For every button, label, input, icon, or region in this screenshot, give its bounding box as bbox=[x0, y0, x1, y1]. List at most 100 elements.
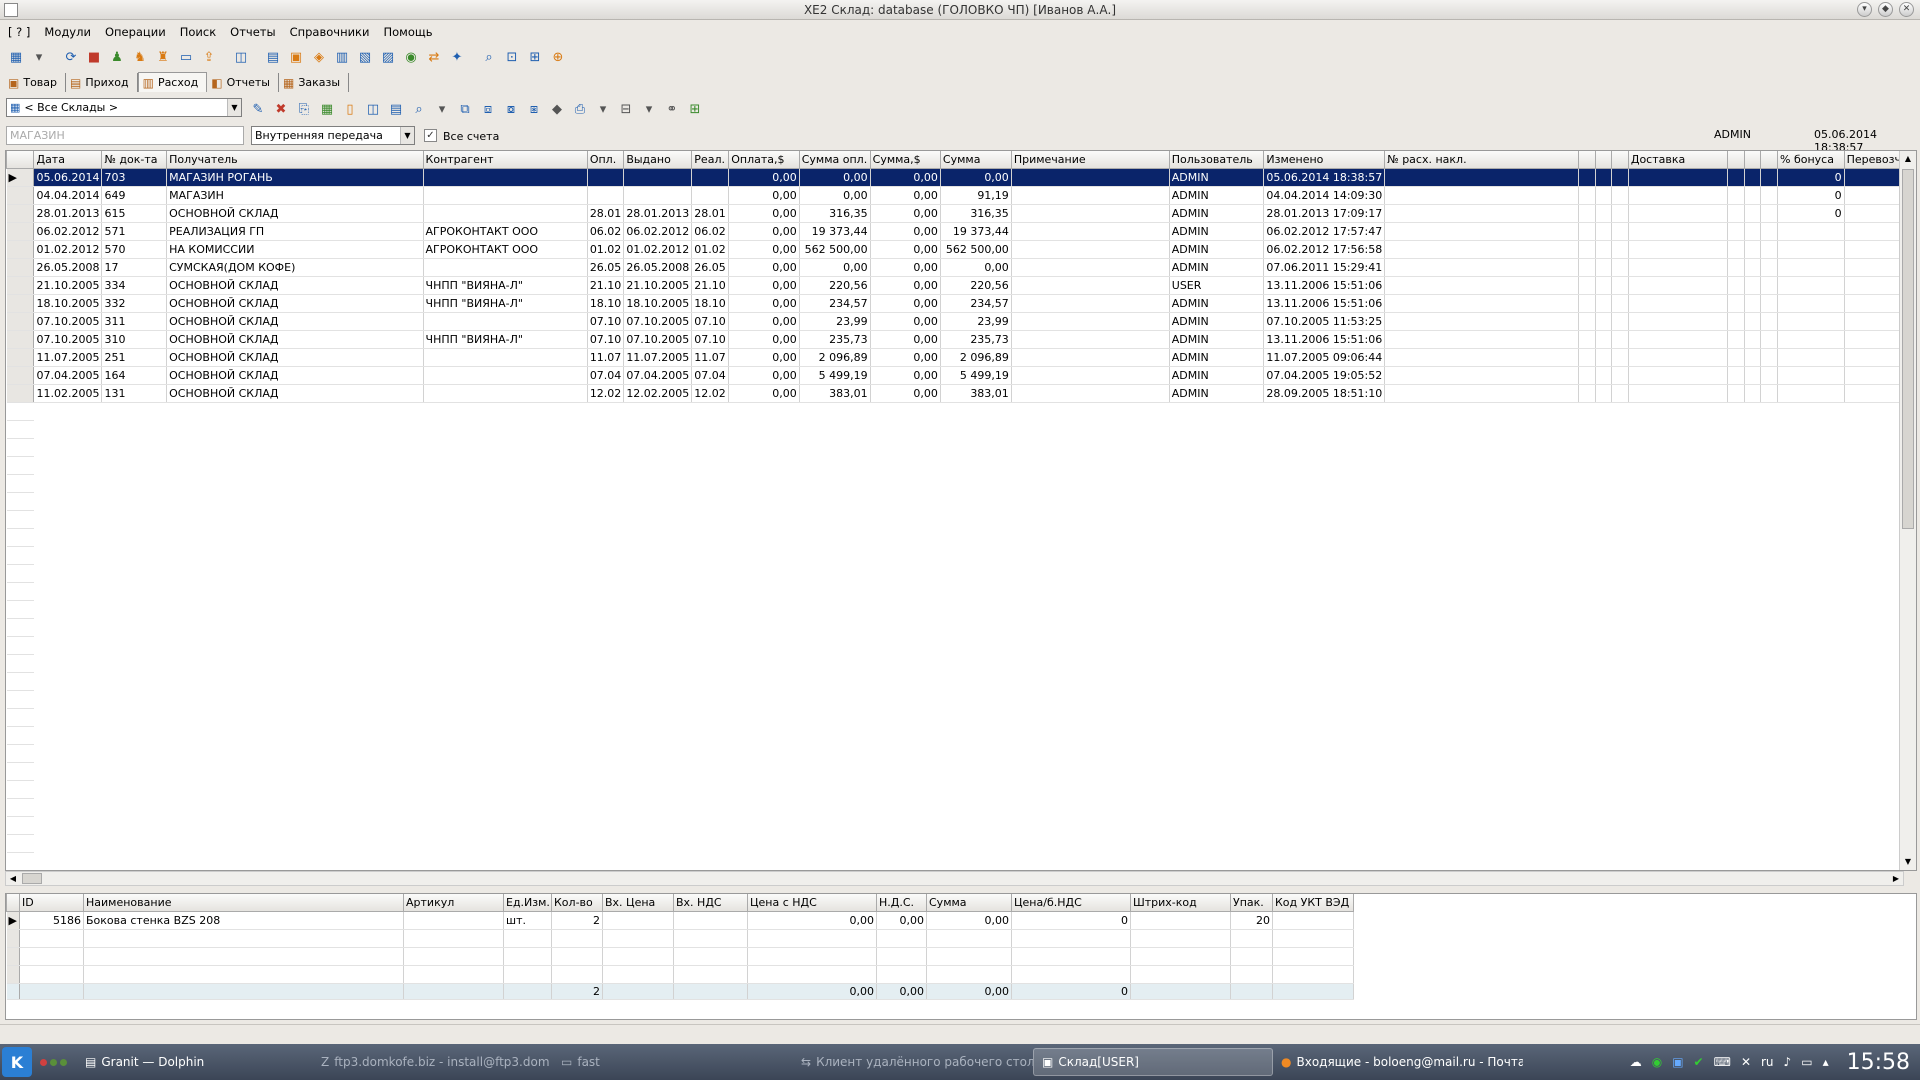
table-row[interactable]: 21.10.2005 334 ОСНОВНОЙ СКЛАД ЧНПП "ВИЯНА-… bbox=[6, 276, 1916, 295]
column-header[interactable]: ID bbox=[19, 894, 84, 912]
column-header[interactable]: Получатель bbox=[166, 151, 424, 169]
check-icon[interactable]: ✔ bbox=[1694, 1055, 1704, 1069]
table-row[interactable]: 18.10.2005 332 ОСНОВНОЙ СКЛАД ЧНПП "ВИЯНА-… bbox=[6, 294, 1916, 313]
print-icon[interactable]: ⎙ bbox=[570, 99, 590, 119]
calendar-icon[interactable]: ▥ bbox=[332, 47, 352, 67]
column-header[interactable]: Наименование bbox=[83, 894, 404, 912]
export-icon[interactable]: ⇪ bbox=[199, 47, 219, 67]
start-menu-button[interactable]: K bbox=[2, 1047, 32, 1077]
archive-icon[interactable]: ⊟ bbox=[616, 99, 636, 119]
table-row[interactable]: ▶ 5186 Бокова стенка BZS 208 шт. 2 0,00 0,00 0,… bbox=[6, 911, 1354, 930]
table-row[interactable]: 07.10.2005 310 ОСНОВНОЙ СКЛАД ЧНПП "ВИЯНА-… bbox=[6, 330, 1916, 349]
building-icon[interactable]: ▧ bbox=[355, 47, 375, 67]
display-icon[interactable]: ▭ bbox=[1801, 1055, 1812, 1069]
dropdown-arrow-icon[interactable]: ▾ bbox=[639, 99, 659, 119]
tab-goods[interactable]: ▣ Товар bbox=[4, 73, 66, 92]
column-header[interactable]: Контрагент bbox=[422, 151, 588, 169]
globe-icon[interactable]: ◉ bbox=[401, 47, 421, 67]
column-header[interactable]: Штрих-код bbox=[1130, 894, 1231, 912]
delete-icon[interactable]: ✖ bbox=[271, 99, 291, 119]
menu-help-short[interactable]: [ ? ] bbox=[8, 25, 30, 39]
warehouse-icon[interactable]: ▨ bbox=[378, 47, 398, 67]
table-icon[interactable]: ▤ bbox=[263, 47, 283, 67]
documents-alt-icon[interactable]: ⧈ bbox=[478, 99, 498, 119]
table-row[interactable]: 04.04.2014 649 МАГАЗИН 0,00 0,00 0,00 91,19 ADM… bbox=[6, 186, 1916, 205]
column-header[interactable]: Вх. Цена bbox=[602, 894, 674, 912]
print-preview-icon[interactable]: ◫ bbox=[363, 99, 383, 119]
split-icon[interactable]: ⧆ bbox=[524, 99, 544, 119]
column-header[interactable]: Сумма bbox=[939, 151, 1012, 169]
app-icon[interactable] bbox=[4, 3, 18, 17]
table-row[interactable]: 11.02.2005 131 ОСНОВНОЙ СКЛАД 12.02 12.02.20… bbox=[6, 384, 1916, 403]
settings-icon[interactable]: ✦ bbox=[447, 47, 467, 67]
horizontal-scrollbar[interactable]: ◀ ▶ bbox=[5, 871, 1904, 886]
search-icon[interactable]: ⌕ bbox=[479, 47, 499, 67]
menu-help[interactable]: Помощь bbox=[383, 25, 432, 39]
chevron-down-icon[interactable]: ▼ bbox=[400, 127, 414, 144]
column-header[interactable]: Примечание bbox=[1010, 151, 1170, 169]
tab-expense[interactable]: ▥ Расход bbox=[137, 72, 208, 92]
tab-income[interactable]: ▤ Приход bbox=[66, 73, 138, 92]
dropdown-arrow-icon[interactable]: ▾ bbox=[432, 99, 452, 119]
column-header[interactable] bbox=[1727, 151, 1745, 169]
column-header[interactable]: % бонуса bbox=[1777, 151, 1845, 169]
taskbar-item-mail[interactable]: ● Входящие - boloeng@mail.ru - Почта bbox=[1273, 1048, 1523, 1076]
dropdown-arrow-icon[interactable]: ▾ bbox=[593, 99, 613, 119]
search-input[interactable]: МАГАЗИН bbox=[6, 126, 244, 145]
column-header[interactable]: Оплата,$ bbox=[728, 151, 800, 169]
network-icon[interactable]: ☁ bbox=[1630, 1055, 1642, 1069]
tag-icon[interactable]: ◆ bbox=[547, 99, 567, 119]
scroll-down-icon[interactable]: ▼ bbox=[1900, 854, 1916, 870]
volume-icon[interactable]: ♪ bbox=[1784, 1055, 1792, 1069]
search-table-icon[interactable]: ⊞ bbox=[525, 47, 545, 67]
table-row[interactable]: 11.07.2005 251 ОСНОВНОЙ СКЛАД 11.07 11.07.20… bbox=[6, 348, 1916, 367]
search-docs-icon[interactable]: ⊡ bbox=[502, 47, 522, 67]
close-button[interactable]: ✕ bbox=[1899, 2, 1914, 17]
copy-doc-icon[interactable]: ⎘ bbox=[294, 99, 314, 119]
scroll-up-icon[interactable]: ▲ bbox=[1900, 151, 1916, 167]
column-header[interactable]: Упак. bbox=[1230, 894, 1273, 912]
column-header[interactable] bbox=[1743, 151, 1762, 169]
column-header[interactable]: Сумма опл. bbox=[798, 151, 871, 169]
edit-icon[interactable]: ✎ bbox=[248, 99, 268, 119]
search-users-icon[interactable]: ⊕ bbox=[548, 47, 568, 67]
taskbar-item-ftp[interactable]: Zftp3.domkofe.biz - install@ftp3.dom bbox=[313, 1048, 553, 1076]
link-icon[interactable]: ⚭ bbox=[662, 99, 682, 119]
box-icon[interactable]: ▣ bbox=[286, 47, 306, 67]
column-header[interactable]: Вх. НДС bbox=[673, 894, 748, 912]
column-header[interactable]: Пользователь bbox=[1168, 151, 1265, 169]
warehouse-select[interactable]: ▦ < Все Склады > ▼ bbox=[6, 98, 242, 117]
calculator-icon[interactable]: ▦ bbox=[6, 47, 26, 67]
desktop-pager[interactable] bbox=[40, 1058, 67, 1066]
keyboard-layout-indicator[interactable]: ru bbox=[1761, 1055, 1774, 1069]
group-icon[interactable]: ♞ bbox=[130, 47, 150, 67]
column-header[interactable] bbox=[1760, 151, 1778, 169]
chat-icon[interactable]: ◉ bbox=[1652, 1055, 1662, 1069]
all-accounts-checkbox[interactable]: ✓ bbox=[424, 129, 437, 142]
scroll-left-icon[interactable]: ◀ bbox=[6, 872, 20, 885]
tray-expand-icon[interactable]: ▴ bbox=[1823, 1055, 1829, 1069]
documents-icon[interactable]: ⧉ bbox=[455, 99, 475, 119]
maximize-button[interactable]: ◆ bbox=[1878, 2, 1893, 17]
column-header[interactable] bbox=[1611, 151, 1629, 169]
tab-reports[interactable]: ◧ Отчеты bbox=[207, 73, 279, 92]
note-icon[interactable]: ▯ bbox=[340, 99, 360, 119]
outlook-icon[interactable]: ▣ bbox=[1672, 1055, 1683, 1069]
taskbar-item-warehouse[interactable]: ▣ Склад[USER] bbox=[1033, 1048, 1273, 1076]
column-header[interactable]: Ед.Изм. bbox=[503, 894, 552, 912]
table-row[interactable]: 01.02.2012 570 НА КОМИССИИ АГРОКОНТАКТ ООО 0… bbox=[6, 240, 1916, 259]
scroll-thumb[interactable] bbox=[22, 873, 42, 884]
grid-icon[interactable]: ▦ bbox=[317, 99, 337, 119]
keyboard-icon[interactable]: ⌨ bbox=[1714, 1055, 1731, 1069]
scroll-thumb[interactable] bbox=[1902, 169, 1914, 529]
stop-icon[interactable]: ■ bbox=[84, 47, 104, 67]
column-header[interactable]: Код УКТ ВЭД bbox=[1272, 894, 1354, 912]
chevron-down-icon[interactable]: ▼ bbox=[227, 99, 241, 116]
column-header[interactable] bbox=[1594, 151, 1613, 169]
tab-orders[interactable]: ▦ Заказы bbox=[279, 73, 350, 92]
table-row[interactable]: 28.01.2013 615 ОСНОВНОЙ СКЛАД 28.01 28.01.20… bbox=[6, 204, 1916, 223]
column-header[interactable]: Н.Д.С. bbox=[876, 894, 927, 912]
table-row[interactable]: 06.02.2012 571 РЕАЛИЗАЦИЯ ГП АГРОКОНТАКТ ОО… bbox=[6, 222, 1916, 241]
vertical-scrollbar[interactable]: ▲ ▼ bbox=[1899, 151, 1916, 870]
menu-search[interactable]: Поиск bbox=[180, 25, 216, 39]
